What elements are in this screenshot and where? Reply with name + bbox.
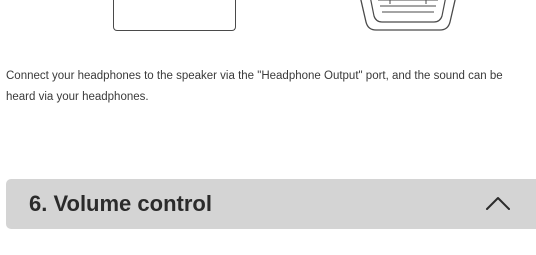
speaker-port-illustration xyxy=(113,0,236,31)
section-header-volume-control[interactable]: 6. Volume control xyxy=(6,179,536,229)
headphone-output-description: Connect your headphones to the speaker v… xyxy=(6,70,503,103)
section-title: 6. Volume control xyxy=(29,191,212,216)
headphone-plug-illustration xyxy=(360,0,456,31)
chevron-up-icon[interactable] xyxy=(484,193,512,213)
